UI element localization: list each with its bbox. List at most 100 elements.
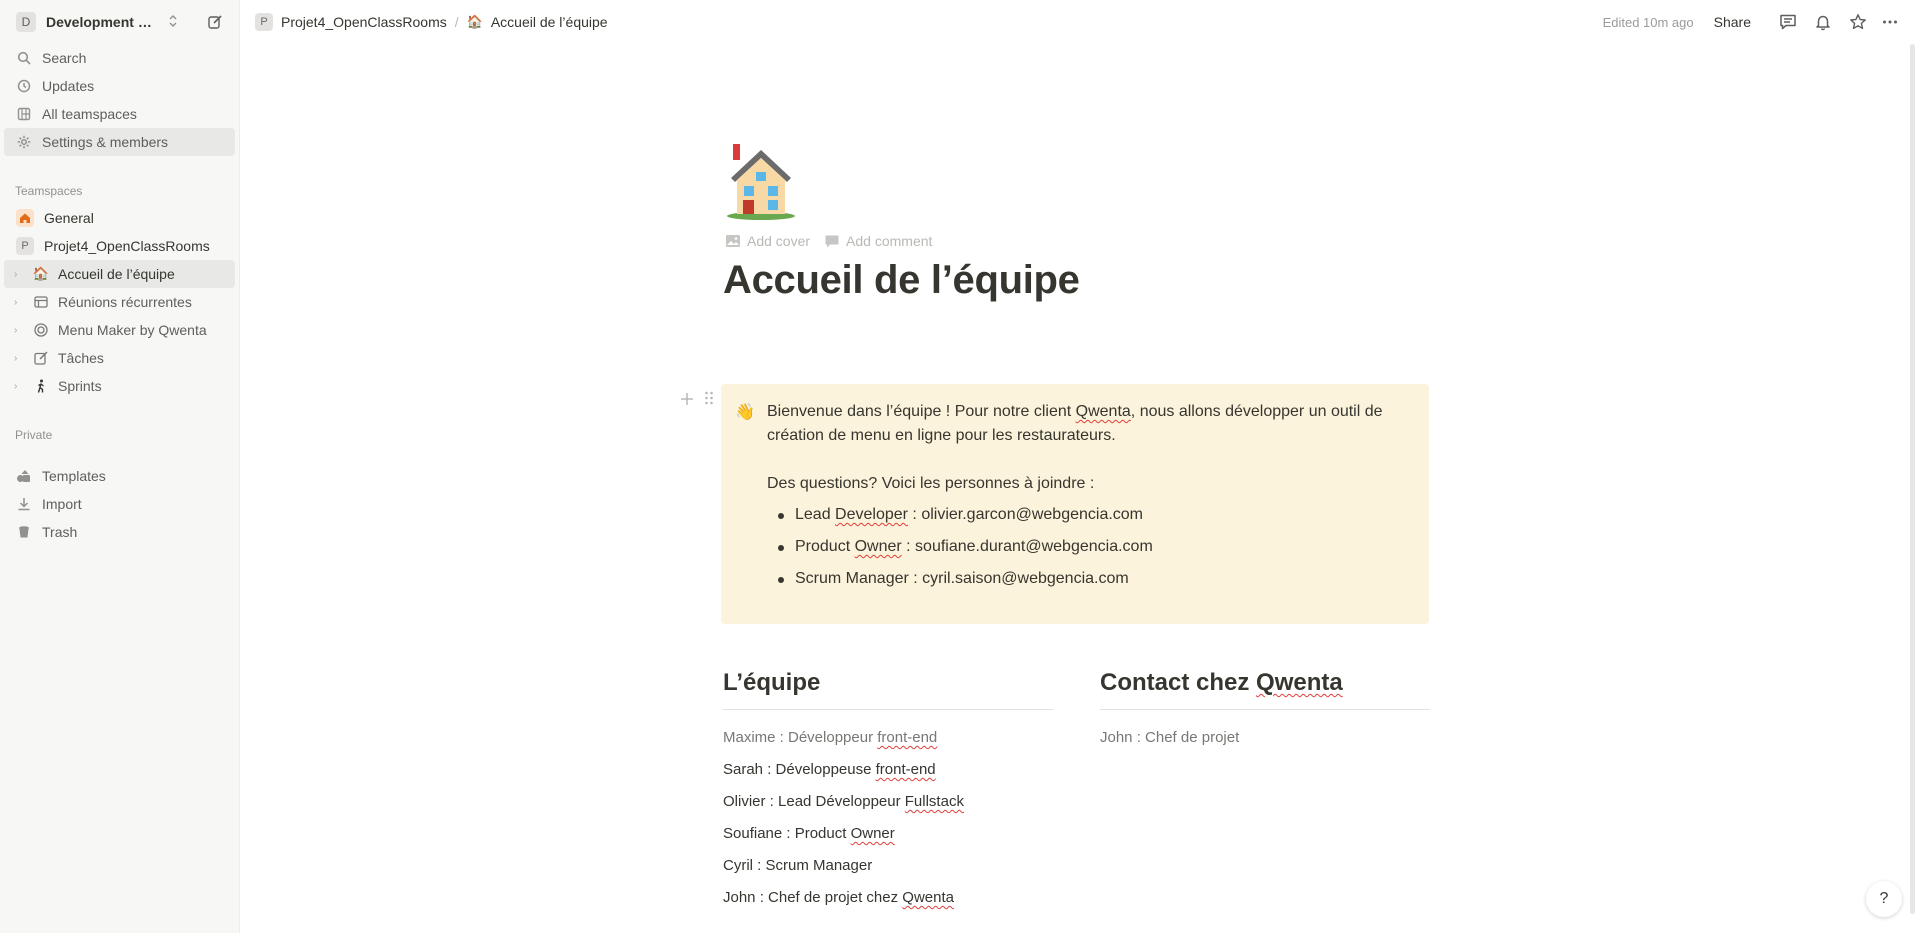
contact-list: John : Chef de projet bbox=[1100, 722, 1430, 754]
contact-heading[interactable]: Contact chez Qwenta bbox=[1100, 666, 1430, 710]
drag-handle-icon[interactable] bbox=[704, 390, 714, 411]
sidebar-item-search[interactable]: Search bbox=[4, 44, 235, 72]
add-cover-label: Add cover bbox=[747, 233, 811, 249]
table-icon bbox=[32, 293, 50, 311]
block-handle[interactable] bbox=[680, 390, 714, 411]
more-horizontal-icon bbox=[1883, 20, 1897, 24]
list-item[interactable]: Olivier : Lead Développeur Fullstack bbox=[723, 786, 1053, 818]
plus-icon[interactable] bbox=[680, 390, 694, 411]
share-button[interactable]: Share bbox=[1714, 14, 1751, 30]
sidebar: D Development p... Search Updates All te… bbox=[0, 0, 240, 933]
text-segment: Product bbox=[795, 538, 855, 555]
misspelled-word: Qwenta bbox=[1075, 403, 1131, 420]
clock-icon bbox=[16, 78, 32, 94]
scrollbar-thumb[interactable] bbox=[1910, 44, 1915, 914]
sidebar-item-label: All teamspaces bbox=[42, 106, 137, 122]
add-comment-label: Add comment bbox=[846, 233, 933, 249]
sidebar-item-label: Réunions récurrentes bbox=[58, 294, 192, 310]
sidebar-item-import[interactable]: Import bbox=[4, 490, 235, 518]
house-icon[interactable] bbox=[723, 142, 799, 222]
sidebar-page-sprints[interactable]: › Sprints bbox=[4, 372, 235, 400]
sidebar-item-projet4[interactable]: P Projet4_OpenClassRooms bbox=[4, 232, 235, 260]
team-list: Maxime : Développeur front-end Sarah : D… bbox=[723, 722, 1053, 914]
misspelled-word: Owner bbox=[850, 825, 895, 842]
list-item[interactable]: Soufiane : Product Owner bbox=[723, 818, 1053, 850]
workspace-name: Development p... bbox=[46, 14, 158, 30]
new-page-button[interactable] bbox=[203, 10, 227, 34]
home-icon bbox=[16, 209, 34, 227]
page-title[interactable]: Accueil de l’équipe bbox=[723, 258, 1080, 303]
sidebar-item-trash[interactable]: Trash bbox=[4, 518, 235, 546]
teamspace-badge: P bbox=[255, 13, 273, 31]
topbar: P Projet4_OpenClassRooms / 🏠 Accueil de … bbox=[241, 0, 1916, 44]
house-icon: 🏠 bbox=[32, 266, 50, 281]
list-item[interactable]: Lead Developer : olivier.garcon@webgenci… bbox=[767, 503, 1413, 535]
list-item[interactable]: Scrum Manager : cyril.saison@webgencia.c… bbox=[767, 567, 1413, 599]
sidebar-item-label: Accueil de l’équipe bbox=[58, 266, 175, 282]
chevron-right-icon[interactable]: › bbox=[14, 325, 26, 336]
chevron-right-icon[interactable]: › bbox=[14, 381, 26, 392]
comment-icon bbox=[825, 235, 839, 247]
workspace-avatar: D bbox=[16, 12, 36, 32]
waving-hand-icon[interactable]: 👋 bbox=[735, 402, 755, 422]
page-header-actions: Add cover Add comment bbox=[725, 233, 946, 249]
list-item[interactable]: Product Owner : soufiane.durant@webgenci… bbox=[767, 535, 1413, 567]
more-options-button[interactable] bbox=[1876, 8, 1904, 36]
sidebar-item-settings[interactable]: Settings & members bbox=[4, 128, 235, 156]
sidebar-page-taches[interactable]: › Tâches bbox=[4, 344, 235, 372]
sidebar-page-reunions[interactable]: › Réunions récurrentes bbox=[4, 288, 235, 316]
workspace-switcher[interactable]: D Development p... bbox=[0, 0, 239, 44]
gear-icon bbox=[16, 134, 32, 150]
callout-welcome-text[interactable]: Bienvenue dans l’équipe ! Pour notre cli… bbox=[767, 400, 1413, 448]
breadcrumb-projet4[interactable]: P Projet4_OpenClassRooms bbox=[255, 13, 447, 31]
team-heading[interactable]: L’équipe bbox=[723, 666, 1053, 710]
text-segment: Scrum Manager : cyril.saison@webgencia.c… bbox=[795, 570, 1129, 587]
search-icon bbox=[16, 50, 32, 66]
sidebar-item-updates[interactable]: Updates bbox=[4, 72, 235, 100]
chevron-right-icon[interactable]: › bbox=[14, 269, 26, 280]
list-item[interactable]: Maxime : Développeur front-end bbox=[723, 722, 1053, 754]
text-segment: Contact chez bbox=[1100, 669, 1257, 696]
add-comment-button[interactable]: Add comment bbox=[824, 233, 932, 249]
misspelled-word: front-end bbox=[877, 729, 938, 746]
add-cover-button[interactable]: Add cover bbox=[725, 233, 810, 249]
comments-button[interactable] bbox=[1774, 8, 1802, 36]
welcome-callout[interactable]: 👋 Bienvenue dans l’équipe ! Pour notre c… bbox=[721, 384, 1429, 624]
breadcrumb-accueil[interactable]: 🏠 Accueil de l’équipe bbox=[467, 14, 608, 30]
favorite-button[interactable] bbox=[1844, 8, 1872, 36]
image-icon bbox=[726, 235, 740, 247]
chevron-updown-icon bbox=[168, 14, 178, 31]
sidebar-item-label: General bbox=[44, 210, 94, 226]
sidebar-page-menu-maker[interactable]: › Menu Maker by Qwenta bbox=[4, 316, 235, 344]
help-button[interactable]: ? bbox=[1866, 881, 1902, 917]
sidebar-item-templates[interactable]: Templates bbox=[4, 462, 235, 490]
comment-icon bbox=[1780, 14, 1796, 30]
chevron-right-icon[interactable]: › bbox=[14, 297, 26, 308]
misspelled-word: Fullstack bbox=[904, 793, 964, 810]
scrollbar[interactable] bbox=[1908, 44, 1916, 933]
list-item[interactable]: Cyril : Scrum Manager bbox=[723, 850, 1053, 882]
private-section-label: Private bbox=[15, 428, 53, 442]
list-item[interactable]: Sarah : Développeuse front-end bbox=[723, 754, 1053, 786]
teamspace-badge: P bbox=[16, 237, 34, 255]
star-icon bbox=[1850, 14, 1866, 30]
chevron-right-icon[interactable]: › bbox=[14, 353, 26, 364]
notifications-button[interactable] bbox=[1809, 8, 1837, 36]
text-segment: Lead bbox=[795, 506, 836, 523]
sidebar-item-label: Projet4_OpenClassRooms bbox=[44, 238, 210, 254]
misspelled-word: front-end bbox=[875, 761, 936, 778]
topbar-actions: Edited 10m ago Share bbox=[1603, 8, 1904, 36]
callout-questions-text[interactable]: Des questions? Voici les personnes à joi… bbox=[767, 472, 1413, 496]
shapes-icon bbox=[16, 468, 32, 484]
breadcrumb-separator: / bbox=[454, 14, 459, 30]
sidebar-item-label: Updates bbox=[42, 78, 95, 94]
sidebar-item-general[interactable]: General bbox=[4, 204, 235, 232]
list-item[interactable]: John : Chef de projet bbox=[1100, 722, 1430, 754]
text-segment: Soufiane : Product bbox=[723, 825, 851, 842]
sidebar-item-all-teamspaces[interactable]: All teamspaces bbox=[4, 100, 235, 128]
sidebar-item-label: Import bbox=[42, 496, 82, 512]
text-segment: Cyril : Scrum Manager bbox=[723, 857, 873, 874]
misspelled-word: Developer bbox=[835, 506, 908, 523]
list-item[interactable]: John : Chef de projet chez Qwenta bbox=[723, 882, 1053, 914]
sidebar-page-accueil[interactable]: › 🏠 Accueil de l’équipe bbox=[4, 260, 235, 288]
